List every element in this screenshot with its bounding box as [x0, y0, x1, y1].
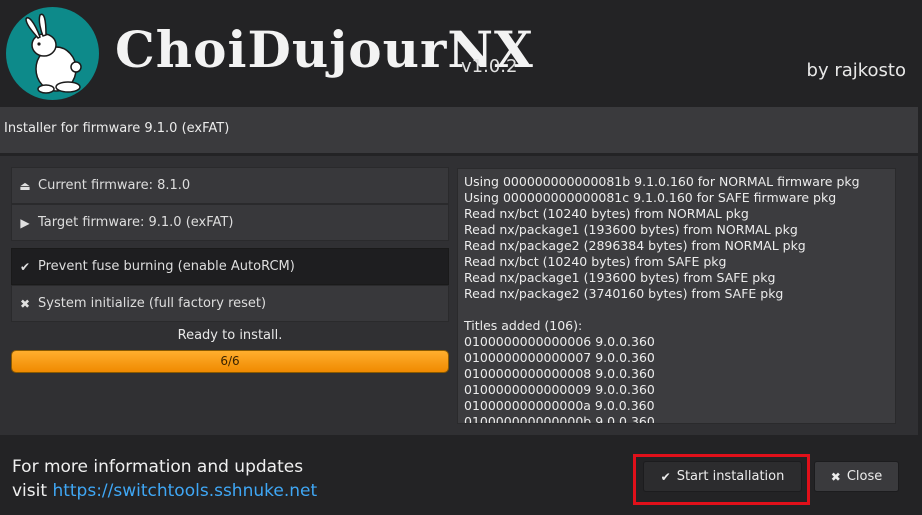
status-text: Ready to install.: [177, 328, 283, 343]
option-prevent-fuse-burning[interactable]: ✔ Prevent fuse burning (enable AutoRCM): [11, 248, 449, 285]
log-line: Read nx/package1 (193600 bytes) from NOR…: [464, 222, 798, 237]
x-icon: ✖: [830, 469, 841, 484]
log-line: 0100000000000006 9.0.0.360: [464, 334, 655, 349]
option-system-initialize[interactable]: ✖ System initialize (full factory reset): [11, 285, 449, 322]
subtitle-text: Installer for firmware 9.1.0 (exFAT): [4, 121, 230, 136]
option-label: Target firmware: 9.1.0 (exFAT): [38, 215, 234, 230]
log-line: Using 000000000000081c 9.1.0.160 for SAF…: [464, 190, 837, 205]
option-label: Prevent fuse burning (enable AutoRCM): [38, 259, 295, 274]
option-label: System initialize (full factory reset): [38, 296, 267, 311]
start-installation-label: Start installation: [676, 469, 785, 484]
log-line: 0100000000000008 9.0.0.360: [464, 366, 655, 381]
x-icon: ✖: [19, 296, 31, 311]
play-icon: ▶: [20, 215, 30, 230]
header: ChoiDujourNX v1.0.2 by rajkosto: [0, 0, 922, 104]
log-line: 0100000000000009 9.0.0.360: [464, 382, 655, 397]
log-line: 0100000000000007 9.0.0.360: [464, 350, 655, 365]
info-visit-prefix: visit: [12, 481, 48, 501]
rabbit-logo-icon: [6, 7, 99, 100]
log-line: Read nx/bct (10240 bytes) from NORMAL pk…: [464, 206, 749, 221]
log-line: Read nx/package2 (3740160 bytes) from SA…: [464, 286, 784, 301]
start-installation-button[interactable]: ✔ Start installation: [643, 461, 802, 492]
log-line: Read nx/bct (10240 bytes) from SAFE pkg: [464, 254, 727, 269]
log-line: Titles added (106):: [464, 318, 583, 333]
close-button[interactable]: ✖ Close: [814, 461, 899, 492]
log-line: Read nx/package1 (193600 bytes) from SAF…: [464, 270, 776, 285]
eject-icon: ⏏: [19, 178, 31, 193]
subtitle-bar: Installer for firmware 9.1.0 (exFAT): [0, 107, 918, 153]
log-line: Read nx/package2 (2896384 bytes) from NO…: [464, 238, 806, 253]
log-line: Using 000000000000081b 9.1.0.160 for NOR…: [464, 174, 860, 189]
check-icon: ✔: [660, 469, 671, 484]
info-link[interactable]: https://switchtools.sshnuke.net: [52, 481, 317, 501]
close-label: Close: [846, 469, 883, 484]
footer: For more information and updates visit h…: [0, 435, 922, 515]
check-icon: ✔: [19, 259, 31, 274]
progress-bar: 6/6: [11, 350, 449, 373]
progress-label: 6/6: [220, 354, 240, 368]
app-author: by rajkosto: [806, 60, 906, 81]
log-line: 010000000000000b 9.0.0.360: [464, 414, 655, 424]
option-label: Current firmware: 8.1.0: [38, 178, 191, 193]
option-current-firmware[interactable]: ⏏ Current firmware: 8.1.0: [11, 167, 449, 204]
main-panel: ⏏ Current firmware: 8.1.0 ▶ Target firmw…: [0, 156, 918, 435]
info-visit-line: visit https://switchtools.sshnuke.net: [12, 481, 317, 501]
option-target-firmware[interactable]: ▶ Target firmware: 9.1.0 (exFAT): [11, 204, 449, 241]
info-text: For more information and updates: [12, 457, 304, 477]
log-line: 010000000000000a 9.0.0.360: [464, 398, 655, 413]
app-version: v1.0.2: [461, 56, 518, 77]
install-log[interactable]: Using 000000000000081b 9.1.0.160 for NOR…: [457, 168, 896, 424]
